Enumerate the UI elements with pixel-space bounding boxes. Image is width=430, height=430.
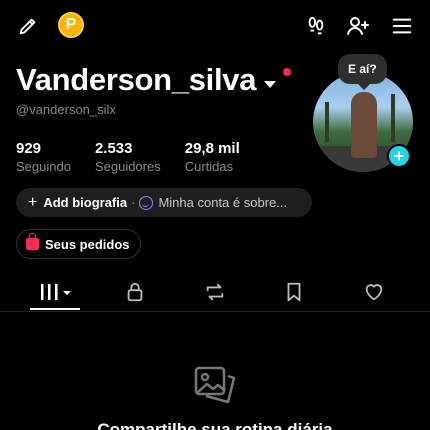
stat-following[interactable]: 929 Seguindo bbox=[16, 140, 71, 174]
stat-value: 29,8 mil bbox=[184, 140, 240, 157]
bio-about-text: Minha conta é sobre... bbox=[158, 195, 288, 210]
palm-decoration bbox=[325, 102, 329, 142]
coin-label: P bbox=[65, 16, 77, 33]
top-bar: P bbox=[0, 10, 430, 42]
stat-label: Curtidas bbox=[184, 159, 234, 174]
status-bubble[interactable]: E aí? bbox=[338, 54, 387, 90]
coin-icon[interactable]: P bbox=[58, 12, 84, 38]
pencil-icon[interactable] bbox=[14, 12, 42, 40]
tab-favorites[interactable] bbox=[279, 278, 309, 306]
stat-likes[interactable]: 29,8 mil Curtidas bbox=[185, 140, 240, 174]
menu-icon[interactable] bbox=[388, 12, 416, 40]
stat-value: 2.533 bbox=[94, 140, 133, 157]
user-handle: @vanderson_silx bbox=[16, 102, 116, 117]
stat-label: Seguidores bbox=[94, 159, 161, 174]
tab-liked[interactable] bbox=[359, 278, 389, 306]
repost-icon bbox=[206, 283, 224, 301]
photos-icon bbox=[192, 364, 238, 408]
bio-separator: · bbox=[131, 195, 136, 210]
profile-stats: 929 Seguindo 2.533 Seguidores 29,8 mil C… bbox=[16, 140, 264, 174]
lock-icon bbox=[127, 282, 143, 302]
orders-label: Seus pedidos bbox=[45, 236, 130, 252]
tab-reposts[interactable] bbox=[200, 278, 230, 306]
smiley-icon bbox=[139, 195, 154, 210]
tab-videos[interactable] bbox=[38, 278, 74, 306]
username: Vanderson_silva bbox=[16, 62, 257, 97]
active-tab-indicator bbox=[30, 308, 80, 310]
username-row[interactable]: Vanderson_silva bbox=[16, 62, 277, 98]
stat-label: Seguindo bbox=[16, 159, 71, 174]
bookmark-icon bbox=[287, 282, 301, 302]
palm-decoration bbox=[391, 94, 395, 142]
tabs-divider bbox=[0, 311, 430, 312]
content-tabs bbox=[0, 276, 430, 312]
add-bio-label: Add biografia bbox=[43, 195, 128, 210]
footprints-icon[interactable] bbox=[302, 12, 330, 40]
grid-icon bbox=[41, 284, 71, 300]
empty-state-title: Compartilhe sua rotina diária bbox=[97, 420, 333, 430]
chevron-down-icon[interactable] bbox=[264, 80, 277, 88]
heart-icon bbox=[365, 284, 383, 301]
avatar-person bbox=[351, 92, 377, 158]
add-user-icon[interactable] bbox=[344, 12, 372, 40]
notification-dot bbox=[283, 68, 291, 76]
bio-pill[interactable]: + Add biografia · Minha conta é sobre... bbox=[16, 188, 312, 217]
stat-value: 929 bbox=[16, 140, 42, 157]
tab-private[interactable] bbox=[120, 278, 150, 306]
orders-button[interactable]: Seus pedidos bbox=[16, 229, 141, 259]
add-story-button[interactable]: + bbox=[387, 144, 411, 168]
plus-icon: + bbox=[28, 193, 38, 211]
shopping-bag-icon bbox=[26, 233, 39, 250]
stat-followers[interactable]: 2.533 Seguidores bbox=[95, 140, 161, 174]
